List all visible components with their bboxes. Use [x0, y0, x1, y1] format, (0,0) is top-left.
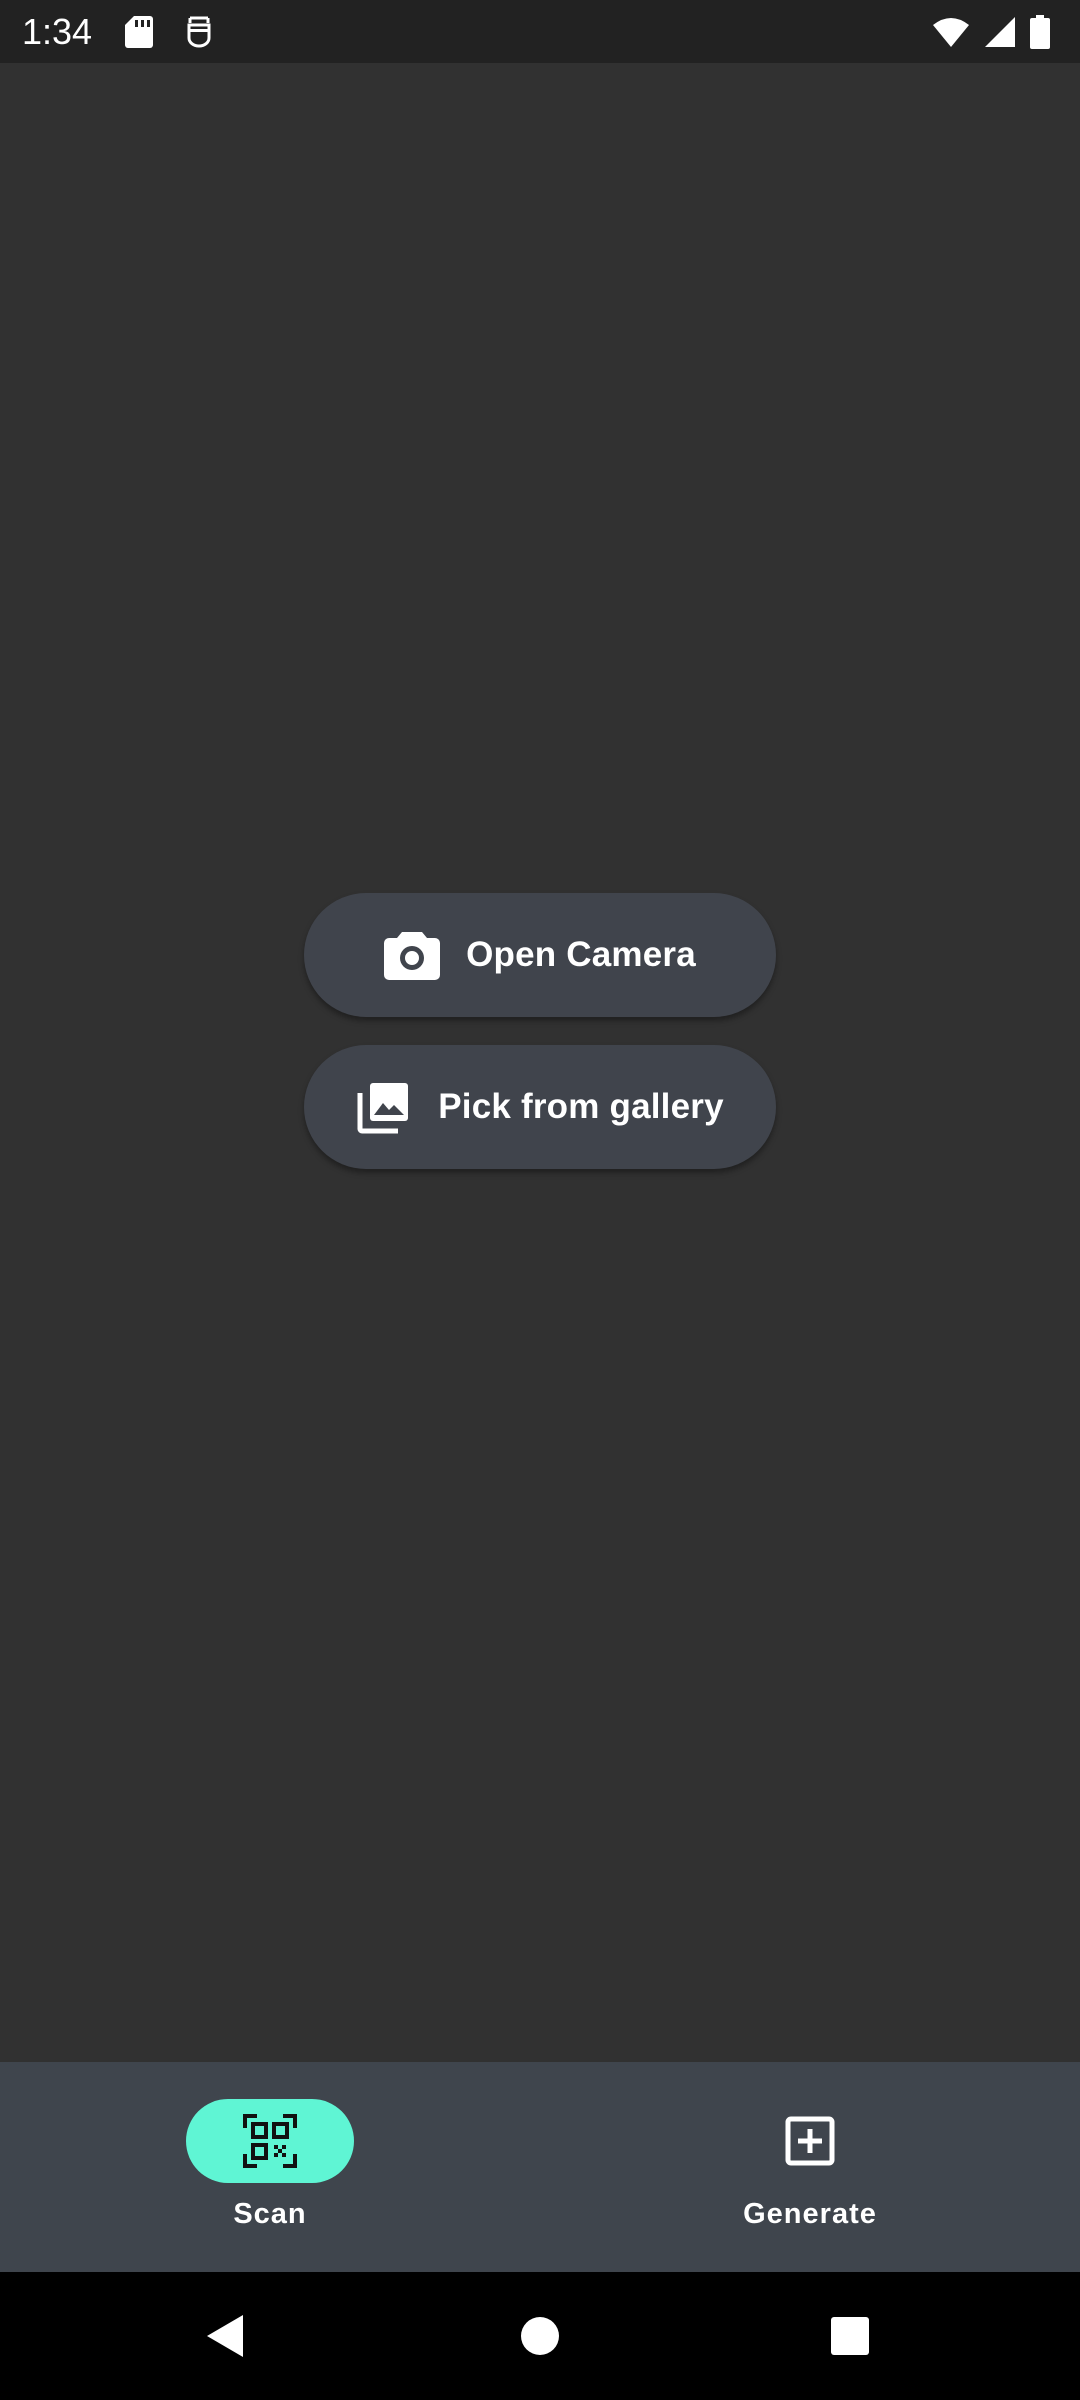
- pick-from-gallery-button[interactable]: Pick from gallery: [304, 1045, 776, 1169]
- wifi-icon: [932, 17, 970, 47]
- recents-button[interactable]: [790, 2272, 910, 2400]
- recents-icon: [830, 2316, 870, 2356]
- nav-label-scan: Scan: [233, 2198, 307, 2230]
- nav-item-scan[interactable]: Scan: [0, 2062, 540, 2272]
- scan-content: Open Camera Pick from gallery: [0, 63, 1080, 2062]
- camera-icon: [384, 930, 441, 980]
- sd-card-icon: [124, 15, 154, 49]
- add-box-icon: [785, 2116, 835, 2166]
- nav-active-indicator: [186, 2099, 354, 2183]
- open-camera-button[interactable]: Open Camera: [304, 893, 776, 1017]
- assistant-icon: [184, 14, 214, 50]
- status-right-icons: [932, 12, 1050, 52]
- cellular-signal-icon: [984, 16, 1016, 48]
- qr-code-scanner-icon: [243, 2114, 297, 2168]
- pick-from-gallery-label: Pick from gallery: [438, 1087, 724, 1126]
- status-left-icons: [124, 12, 214, 52]
- photo-library-icon: [356, 1079, 412, 1135]
- bottom-navigation: Scan Generate: [0, 2062, 1080, 2272]
- home-icon: [520, 2316, 560, 2356]
- system-navigation-bar: [0, 2272, 1080, 2400]
- open-camera-label: Open Camera: [466, 935, 696, 974]
- back-icon: [205, 2313, 245, 2359]
- home-button[interactable]: [480, 2272, 600, 2400]
- back-button[interactable]: [165, 2272, 285, 2400]
- nav-icon-container: [726, 2099, 894, 2183]
- status-bar: 1:34: [0, 0, 1080, 63]
- nav-item-generate[interactable]: Generate: [540, 2062, 1080, 2272]
- nav-label-generate: Generate: [743, 2198, 877, 2230]
- app-screen: 1:34 Open Camera Pick from gallery Scan …: [0, 0, 1080, 2400]
- battery-icon: [1030, 15, 1050, 49]
- status-time: 1:34: [22, 11, 93, 52]
